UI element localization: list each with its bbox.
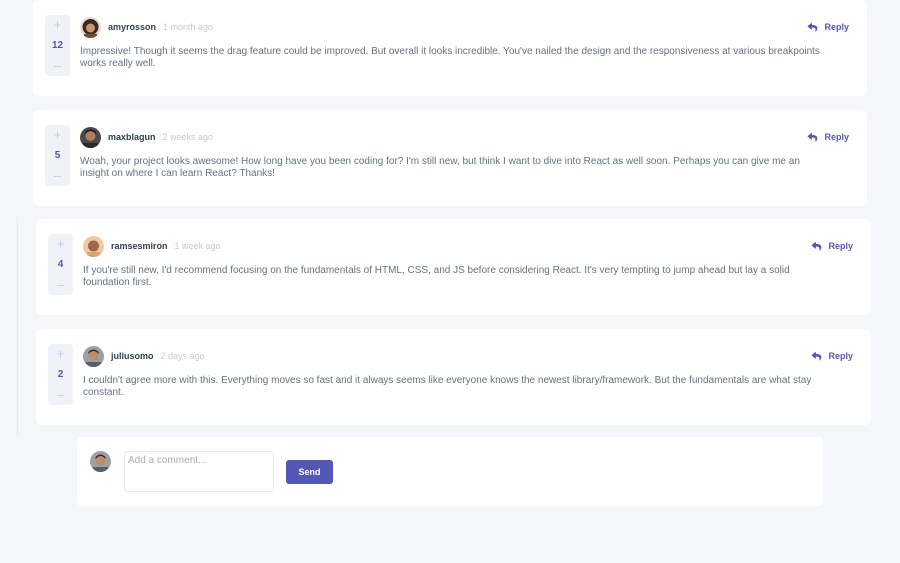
avatar <box>80 126 101 148</box>
avatar <box>90 451 111 472</box>
comment-header: maxblagun 2 weeks ago Reply <box>80 126 849 148</box>
reply-button[interactable]: Reply <box>807 22 849 32</box>
comment-text: If you're still new, I'd recommend focus… <box>83 265 790 288</box>
score-value: 2 <box>57 369 64 380</box>
comment-header: ramsesmiron 1 week ago Reply <box>83 235 853 257</box>
vote-control: + 12 – <box>45 15 70 76</box>
comment-card: + 4 – ramsesmiron 1 week ago Reply If yo… <box>36 219 871 315</box>
timestamp: 2 weeks ago <box>162 132 214 142</box>
timestamp: 2 days ago <box>160 351 205 361</box>
reply-button[interactable]: Reply <box>807 132 849 142</box>
reply-icon <box>808 132 818 141</box>
vote-control: + 2 – <box>48 344 73 405</box>
reply-label: Reply <box>824 22 849 32</box>
downvote-button[interactable]: – <box>54 58 61 74</box>
avatar <box>83 345 104 367</box>
score-value: 4 <box>57 259 64 270</box>
timestamp: 1 month ago <box>163 22 214 32</box>
avatar <box>80 16 101 38</box>
upvote-button[interactable]: + <box>54 127 62 143</box>
add-comment-card: Send <box>77 437 823 506</box>
comment-header: juliusomo 2 days ago Reply <box>83 345 853 367</box>
comment-card: + 5 – maxblagun 2 weeks ago Reply Woah, … <box>33 110 867 206</box>
reply-icon <box>812 241 822 250</box>
vote-control: + 5 – <box>45 125 70 186</box>
comment-card: + 12 – amyrosson 1 month ago Reply Impre… <box>33 0 867 96</box>
reply-button[interactable]: Reply <box>811 351 853 361</box>
upvote-button[interactable]: + <box>54 17 62 33</box>
downvote-button[interactable]: – <box>57 387 64 403</box>
reply-icon <box>812 351 822 360</box>
downvote-button[interactable]: – <box>57 277 64 293</box>
username[interactable]: amyrosson <box>108 22 156 32</box>
comment-input[interactable] <box>124 451 274 492</box>
send-button[interactable]: Send <box>286 460 333 484</box>
comment-card: + 2 – juliusomo 2 days ago Reply I could… <box>36 329 871 425</box>
reply-label: Reply <box>828 351 853 361</box>
score-value: 5 <box>54 150 61 161</box>
reply-label: Reply <box>824 132 849 142</box>
upvote-button[interactable]: + <box>57 236 65 252</box>
upvote-button[interactable]: + <box>57 346 65 362</box>
comment-text: I couldn't agree more with this. Everyth… <box>83 375 812 398</box>
reply-icon <box>808 22 818 31</box>
reply-button[interactable]: Reply <box>811 241 853 251</box>
timestamp: 1 week ago <box>174 241 221 251</box>
username[interactable]: ramsesmiron <box>111 241 168 251</box>
username[interactable]: juliusomo <box>111 351 154 361</box>
reply-label: Reply <box>828 241 853 251</box>
reply-thread-line <box>17 218 18 436</box>
comment-header: amyrosson 1 month ago Reply <box>80 16 849 38</box>
username[interactable]: maxblagun <box>108 132 156 142</box>
vote-control: + 4 – <box>48 234 73 295</box>
avatar <box>83 235 104 257</box>
comment-text: Impressive! Though it seems the drag fea… <box>80 46 820 69</box>
score-value: 12 <box>51 40 64 51</box>
downvote-button[interactable]: – <box>54 168 61 184</box>
comment-text: Woah, your project looks awesome! How lo… <box>80 156 800 179</box>
